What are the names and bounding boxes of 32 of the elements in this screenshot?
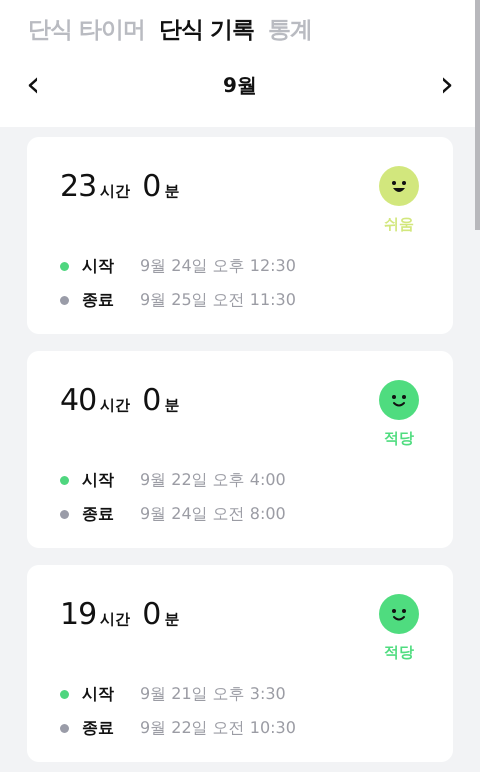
time-label: 시작 bbox=[82, 256, 115, 277]
hours-unit: 시간 bbox=[100, 610, 130, 629]
hours-value: 19 bbox=[60, 597, 96, 632]
mood-label: 쉬움 bbox=[384, 215, 414, 234]
hours-unit: 시간 bbox=[100, 182, 130, 201]
hours-unit: 시간 bbox=[100, 396, 130, 415]
time-label: 종료 bbox=[82, 718, 115, 739]
next-month-button[interactable]: › bbox=[438, 70, 456, 100]
tab[interactable]: 단식 기록 bbox=[159, 14, 254, 44]
time-label: 종료 bbox=[82, 290, 115, 311]
hours-value: 40 bbox=[60, 383, 96, 418]
minutes-value: 0 bbox=[142, 597, 160, 632]
minutes-value: 0 bbox=[142, 169, 160, 204]
mood-label: 적당 bbox=[384, 643, 414, 662]
time-label: 종료 bbox=[82, 504, 115, 525]
time-value: 9월 22일 오전 10:30 bbox=[140, 718, 296, 739]
time-label: 시작 bbox=[82, 684, 115, 705]
time-value: 9월 22일 오후 4:00 bbox=[140, 470, 286, 491]
minutes-unit: 분 bbox=[164, 610, 180, 629]
prev-month-button[interactable]: ‹ bbox=[24, 70, 42, 100]
minutes-unit: 분 bbox=[164, 182, 180, 201]
mood-label: 적당 bbox=[384, 429, 414, 448]
hours-value: 23 bbox=[60, 169, 96, 204]
time-value: 9월 25일 오전 11:30 bbox=[140, 290, 296, 311]
month-title: 9월 bbox=[223, 72, 257, 98]
minutes-unit: 분 bbox=[164, 396, 180, 415]
scrollbar[interactable] bbox=[475, 0, 480, 230]
time-label: 시작 bbox=[82, 470, 115, 491]
minutes-value: 0 bbox=[142, 383, 160, 418]
time-value: 9월 24일 오전 8:00 bbox=[140, 504, 286, 525]
time-value: 9월 21일 오후 3:30 bbox=[140, 684, 286, 705]
time-value: 9월 24일 오후 12:30 bbox=[140, 256, 296, 277]
